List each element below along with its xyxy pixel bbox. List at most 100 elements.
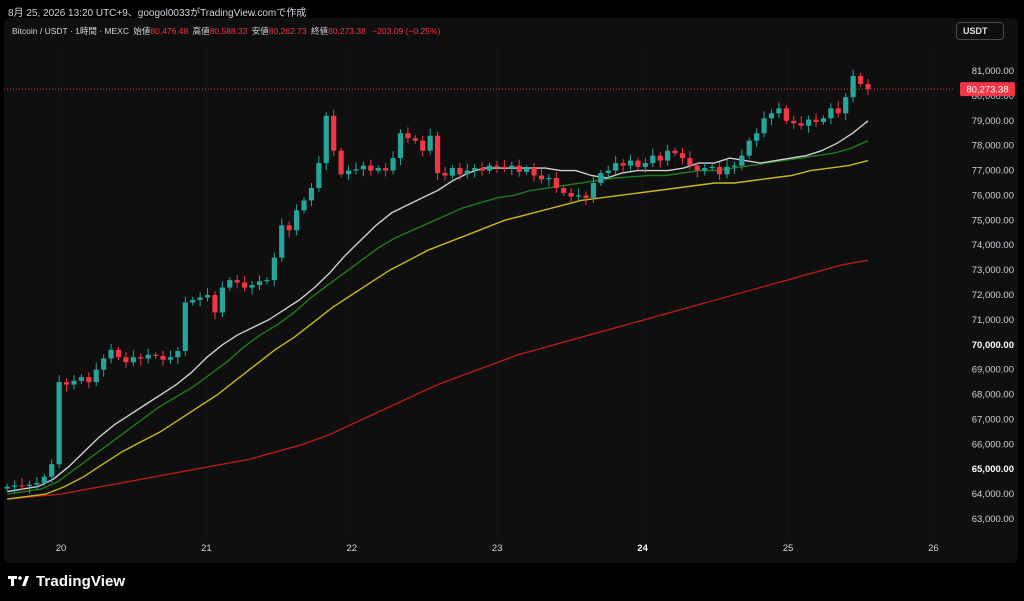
y-tick-label: 77,000.00 [972, 166, 1014, 177]
candle-body [4, 486, 10, 489]
candle-body [286, 225, 292, 231]
candle-body [457, 168, 463, 175]
y-tick-label: 67,000.00 [972, 414, 1014, 425]
candle-body [590, 183, 597, 198]
y-tick-label: 69,000.00 [972, 365, 1014, 376]
candle-body [160, 355, 166, 360]
x-tick-label: 22 [347, 543, 358, 554]
candle-body [375, 168, 381, 171]
candle-body [294, 210, 300, 231]
candle-body [761, 118, 767, 134]
candle-body [353, 169, 359, 171]
ma-red-line [7, 259, 869, 500]
candle-body [665, 150, 671, 161]
candle-body [687, 158, 693, 166]
candle-body [249, 285, 255, 288]
y-tick-label: 66,000.00 [972, 439, 1014, 450]
candle-body [101, 358, 107, 370]
candle-body [442, 173, 448, 176]
candle-body [494, 165, 500, 167]
candle-body [575, 195, 582, 197]
candle-body [546, 178, 552, 180]
candle-body [271, 257, 277, 281]
candle-body [657, 155, 663, 161]
candle-body [716, 166, 723, 175]
candle-body [323, 115, 329, 164]
y-tick-label: 70,000.00 [972, 340, 1014, 351]
candle-body [768, 113, 775, 119]
candle-body [783, 108, 789, 121]
y-tick-label: 65,000.00 [972, 464, 1014, 475]
x-tick-label: 21 [201, 543, 212, 554]
y-tick-label: 72,000.00 [972, 290, 1014, 301]
candle-body [791, 120, 797, 124]
candle-body [524, 168, 530, 172]
candle-body [93, 369, 99, 383]
candle-body [204, 295, 211, 298]
candle-body [850, 75, 856, 98]
y-tick-label: 68,000.00 [972, 390, 1014, 401]
candle-body [227, 280, 233, 288]
candle-body [316, 163, 322, 188]
candle-body [145, 354, 151, 359]
candle-body [857, 75, 864, 84]
candle-body [449, 168, 456, 176]
candle-body [843, 97, 849, 114]
candle-body [828, 108, 834, 119]
candle-body [412, 138, 418, 141]
candle-body [308, 187, 315, 201]
candle-body [34, 482, 40, 485]
candle-body [19, 485, 25, 487]
candle-body [635, 160, 641, 167]
candle-body [613, 163, 619, 171]
y-tick-label: 76,000.00 [972, 190, 1014, 201]
price-chart[interactable]: 63,000.00 64,000.00 65,000.00 66,000.00 67,0… [4, 18, 1018, 563]
chart-panel[interactable]: Bitcoin / USDT · 1時間 · MEXC 始値80,476.48 … [4, 18, 1018, 563]
candle-body [865, 83, 871, 90]
candle-body [12, 485, 18, 487]
y-tick-label: 71,000.00 [972, 315, 1014, 326]
candle-body [301, 200, 307, 211]
candle-body [501, 166, 507, 169]
candle-body [360, 165, 366, 170]
y-tick-label: 75,000.00 [972, 215, 1014, 226]
candle-body [420, 140, 426, 151]
candle-body [182, 302, 188, 351]
ma-yellow-line [7, 159, 869, 500]
candle-body [115, 349, 122, 358]
candle-body [650, 155, 656, 164]
y-tick-label: 78,000.00 [972, 141, 1014, 152]
candle-body [620, 163, 626, 166]
candle-body [553, 178, 559, 188]
candle-body [746, 140, 752, 156]
x-tick-label: 24 [637, 543, 648, 554]
x-tick-label: 23 [492, 543, 503, 554]
candle-body [190, 299, 196, 303]
candle-body [724, 166, 730, 175]
y-tick-label: 81,000.00 [972, 66, 1014, 77]
candle-body [820, 118, 827, 123]
candle-body [338, 150, 344, 175]
y-tick-label: 63,000.00 [972, 514, 1014, 525]
candle-body [153, 354, 159, 356]
candle-body [605, 170, 611, 174]
candle-body [264, 280, 270, 282]
y-tick-label: 79,000.00 [972, 116, 1014, 127]
candle-body [427, 135, 433, 151]
candle-body [486, 165, 493, 171]
candle-body [731, 165, 737, 167]
candle-body [754, 133, 760, 141]
candle-body [598, 173, 604, 183]
candle-body [709, 166, 715, 169]
candle-body [561, 187, 567, 193]
candle-body [49, 464, 55, 477]
candle-body [813, 119, 819, 123]
candle-body [627, 160, 634, 166]
candle-body [78, 377, 85, 381]
candle-body [434, 135, 441, 174]
candle-body [739, 155, 745, 166]
candle-body [694, 165, 700, 171]
candle-body [345, 170, 352, 175]
candle-body [672, 150, 678, 154]
candle-body [26, 484, 33, 487]
